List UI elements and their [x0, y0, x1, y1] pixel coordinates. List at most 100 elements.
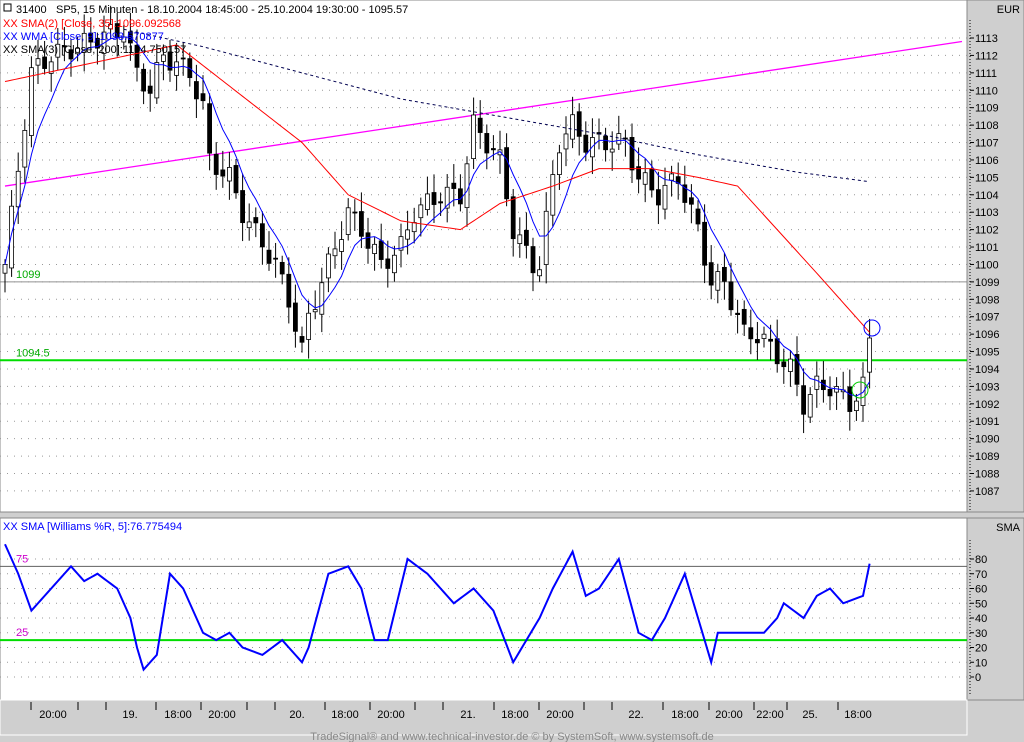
candle: [312, 309, 318, 313]
candle: [431, 192, 437, 205]
price-tick-label: 1098: [975, 294, 999, 306]
price-tick-label: 1108: [975, 120, 999, 132]
candle: [332, 248, 338, 257]
candle: [642, 172, 648, 185]
time-label: 18:00: [331, 709, 359, 721]
price-tick-label: 1090: [975, 434, 999, 446]
candle: [154, 62, 160, 99]
candle: [629, 137, 635, 171]
candle: [141, 68, 147, 92]
time-label: 20:00: [546, 709, 574, 721]
candle: [649, 168, 655, 191]
time-axis[interactable]: [0, 699, 968, 736]
candle: [504, 147, 510, 200]
price-tick-label: 1089: [975, 451, 999, 463]
candle: [207, 103, 213, 154]
candle: [715, 271, 721, 291]
candle: [411, 222, 417, 233]
candle: [609, 148, 615, 153]
candle: [537, 269, 542, 277]
time-label: 20:00: [715, 709, 743, 721]
candle: [279, 261, 285, 275]
chart-symbol-id: 31400: [16, 4, 47, 16]
candle: [490, 148, 496, 151]
legend-item[interactable]: XX SMA(3) [Close, 200]:1104.750157: [3, 44, 186, 56]
price-tick-label: 1092: [975, 399, 999, 411]
time-label: 20:00: [39, 709, 67, 721]
candle: [319, 282, 325, 315]
indicator-panel: [0, 517, 968, 701]
candle: [292, 302, 298, 332]
candle: [273, 257, 279, 260]
candle: [457, 188, 463, 205]
candle: [286, 273, 292, 308]
indicator-tick-label: 70: [975, 569, 987, 581]
candle: [471, 114, 477, 160]
candle: [233, 165, 239, 194]
price-tick-label: 1104: [975, 190, 999, 202]
candle: [722, 266, 727, 282]
price-tick-label: 1087: [975, 486, 999, 498]
candle: [385, 258, 391, 269]
price-tick-label: 1103: [975, 207, 999, 219]
candle: [774, 338, 780, 365]
candle: [15, 170, 21, 208]
candle: [755, 339, 760, 344]
candle: [728, 281, 734, 311]
candle: [768, 338, 773, 342]
candle: [213, 153, 219, 175]
candle: [669, 173, 674, 181]
price-tick-label: 1091: [975, 416, 999, 428]
candle: [28, 67, 34, 136]
candle: [464, 163, 470, 209]
candle: [583, 134, 589, 153]
time-label: 18:00: [164, 709, 192, 721]
indicator-tick-label: 0: [975, 672, 981, 684]
price-tick-label: 1094: [975, 364, 999, 376]
candle: [854, 400, 859, 411]
level-label: 1099: [16, 269, 40, 281]
candle: [807, 394, 813, 418]
candle: [524, 229, 529, 246]
price-tick-label: 1107: [975, 138, 999, 150]
price-tick-label: 1102: [975, 225, 999, 237]
indicator-tick-label: 10: [975, 657, 987, 669]
price-tick-label: 1109: [975, 103, 999, 115]
candle: [801, 385, 806, 415]
price-tick-label: 1111: [975, 68, 997, 80]
candle: [748, 327, 754, 340]
price-tick-label: 1101: [975, 242, 999, 254]
candle: [438, 201, 444, 204]
candle: [662, 184, 668, 210]
candle: [543, 210, 549, 265]
legend-item[interactable]: XX SMA(2) [Close, 35]:1096.092568: [3, 18, 181, 30]
legend-item[interactable]: XX WMA [Close, 9]:1093.570877: [3, 31, 164, 43]
candle: [259, 223, 265, 248]
price-tick-label: 1110: [975, 85, 998, 97]
candle: [761, 333, 767, 339]
candle: [827, 388, 833, 397]
candle: [702, 221, 707, 266]
indicator-tick-label: 60: [975, 584, 987, 596]
candle: [418, 204, 424, 219]
candle: [35, 58, 41, 66]
time-label: 21.: [460, 709, 475, 721]
price-tick-label: 1097: [975, 312, 999, 324]
indicator-legend[interactable]: XX SMA [Williams %R, 5]:76.775494: [3, 521, 182, 533]
candle: [781, 361, 787, 368]
time-label: 22.: [628, 709, 643, 721]
candle: [557, 152, 562, 175]
currency-label: EUR: [997, 4, 1020, 16]
candle: [147, 85, 153, 94]
indicator-axis-label: SMA: [996, 522, 1021, 534]
candle: [847, 386, 853, 412]
candle: [240, 190, 246, 224]
indicator-tick-label: 50: [975, 598, 987, 610]
candle: [246, 221, 252, 229]
price-tick-label: 1106: [975, 155, 999, 167]
candle: [550, 174, 556, 216]
wr-level-label: 75: [16, 553, 28, 565]
time-label: 18:00: [844, 709, 872, 721]
candle: [517, 234, 523, 245]
candle: [299, 336, 305, 343]
